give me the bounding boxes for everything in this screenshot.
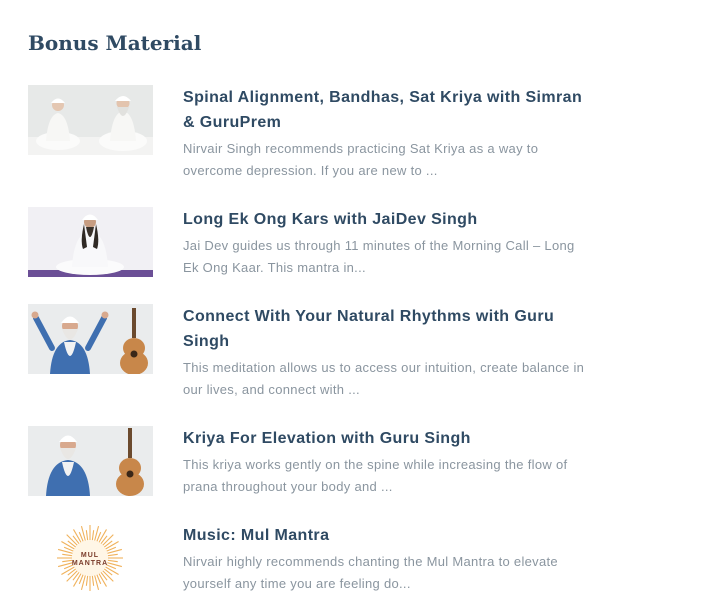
item-description: Nirvair Singh recommends practicing Sat … <box>183 141 539 178</box>
item-description: Jai Dev guides us through 11 minutes of … <box>183 238 575 275</box>
logo-text-2: MANTRA <box>72 560 108 567</box>
item-title[interactable]: Spinal Alignment, Bandhas, Sat Kriya wit… <box>183 85 588 135</box>
item-thumbnail[interactable] <box>28 85 153 155</box>
item-title[interactable]: Connect With Your Natural Rhythms with G… <box>183 304 588 354</box>
item-thumbnail[interactable]: MUL MANTRA <box>28 523 153 593</box>
item-description: This meditation allows us to access our … <box>183 360 585 397</box>
item-thumbnail[interactable] <box>28 304 153 374</box>
item-title[interactable]: Music: Mul Mantra <box>183 523 588 548</box>
item-title[interactable]: Long Ek Ong Kars with JaiDev Singh <box>183 207 588 232</box>
mul-mantra-logo: MUL MANTRA <box>28 523 153 593</box>
item-title[interactable]: Kriya For Elevation with Guru Singh <box>183 426 588 451</box>
section-heading: Bonus Material <box>28 31 202 55</box>
item-thumbnail[interactable] <box>28 207 153 277</box>
item-description: Nirvair highly recommends chanting the M… <box>183 554 558 591</box>
item-description: This kriya works gently on the spine whi… <box>183 457 568 494</box>
logo-text-1: MUL <box>81 552 99 559</box>
item-thumbnail[interactable] <box>28 426 153 496</box>
